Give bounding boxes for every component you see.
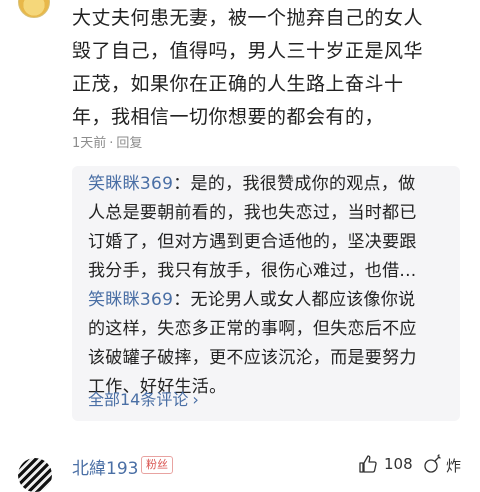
comment-line: 毁了自己，值得吗，男人三十岁正是风华 [72, 40, 424, 62]
boom-label: 炸 [446, 457, 462, 475]
like-count: 108 [384, 455, 413, 473]
comment-line: 正茂，如果你在正确的人生路上奋斗十 [72, 73, 404, 95]
reply-button[interactable]: 回复 [116, 136, 142, 151]
comment-body: 大丈夫何患无妻，被一个抛弃自己的女人 毁了自己，值得吗，男人三十岁正是风华 正茂… [72, 2, 464, 134]
commenter-username[interactable]: 北緯193 [72, 454, 138, 479]
thumbs-up-icon[interactable] [358, 454, 378, 474]
comment-meta: 1天前 · 回复 [72, 132, 142, 151]
replies-panel: 笑眯眯369：是的，我很赞成你的观点，做 人总是要朝前看的，我也失恋过，当时都已… [72, 166, 460, 421]
reply-username[interactable]: 笑眯眯369 [88, 174, 173, 194]
reply-username[interactable]: 笑眯眯369 [88, 290, 173, 310]
comment-time: 1天前 [72, 136, 107, 151]
reply-line: ：是的，我很赞成你的观点，做 [173, 174, 416, 194]
commenter-avatar[interactable] [18, 0, 50, 18]
comment-line: 年，我相信一切你想要的都会有的， [72, 106, 385, 128]
bomb-icon[interactable] [422, 454, 442, 474]
reply-line: 该破罐子破摔，更不应该沉沦，而是要努力 [88, 348, 417, 368]
commenter-avatar[interactable] [18, 458, 52, 492]
reply-item[interactable]: 笑眯眯369：是的，我很赞成你的观点，做 人总是要朝前看的，我也失恋过，当时都已… [88, 170, 448, 286]
reply-line: 订婚了，但对方遇到更合适他的，坚决要跟 [88, 232, 417, 252]
reply-line: ：无论男人或女人都应该像你说 [173, 290, 416, 310]
next-comment-header: 北緯193 粉丝 108 炸 [0, 446, 480, 492]
reply-line: 的这样，失恋多正常的事啊，但失恋后不应 [88, 319, 417, 339]
reply-line: 人总是要朝前看的，我也失恋过，当时都已 [88, 203, 417, 223]
reply-item[interactable]: 笑眯眯369：无论男人或女人都应该像你说 的这样，失恋多正常的事啊，但失恋后不应… [88, 286, 448, 402]
all-comments-label: 全部14条评论 [88, 390, 189, 409]
chevron-right-icon: › [192, 390, 199, 409]
meta-separator: · [109, 136, 114, 151]
fan-badge: 粉丝 [141, 456, 173, 474]
reply-line: 我分手，我只有放手，很伤心难过，也借... [88, 261, 417, 281]
view-all-comments-link[interactable]: 全部14条评论 › [88, 386, 199, 410]
comment-line: 大丈夫何患无妻，被一个抛弃自己的女人 [72, 7, 424, 29]
